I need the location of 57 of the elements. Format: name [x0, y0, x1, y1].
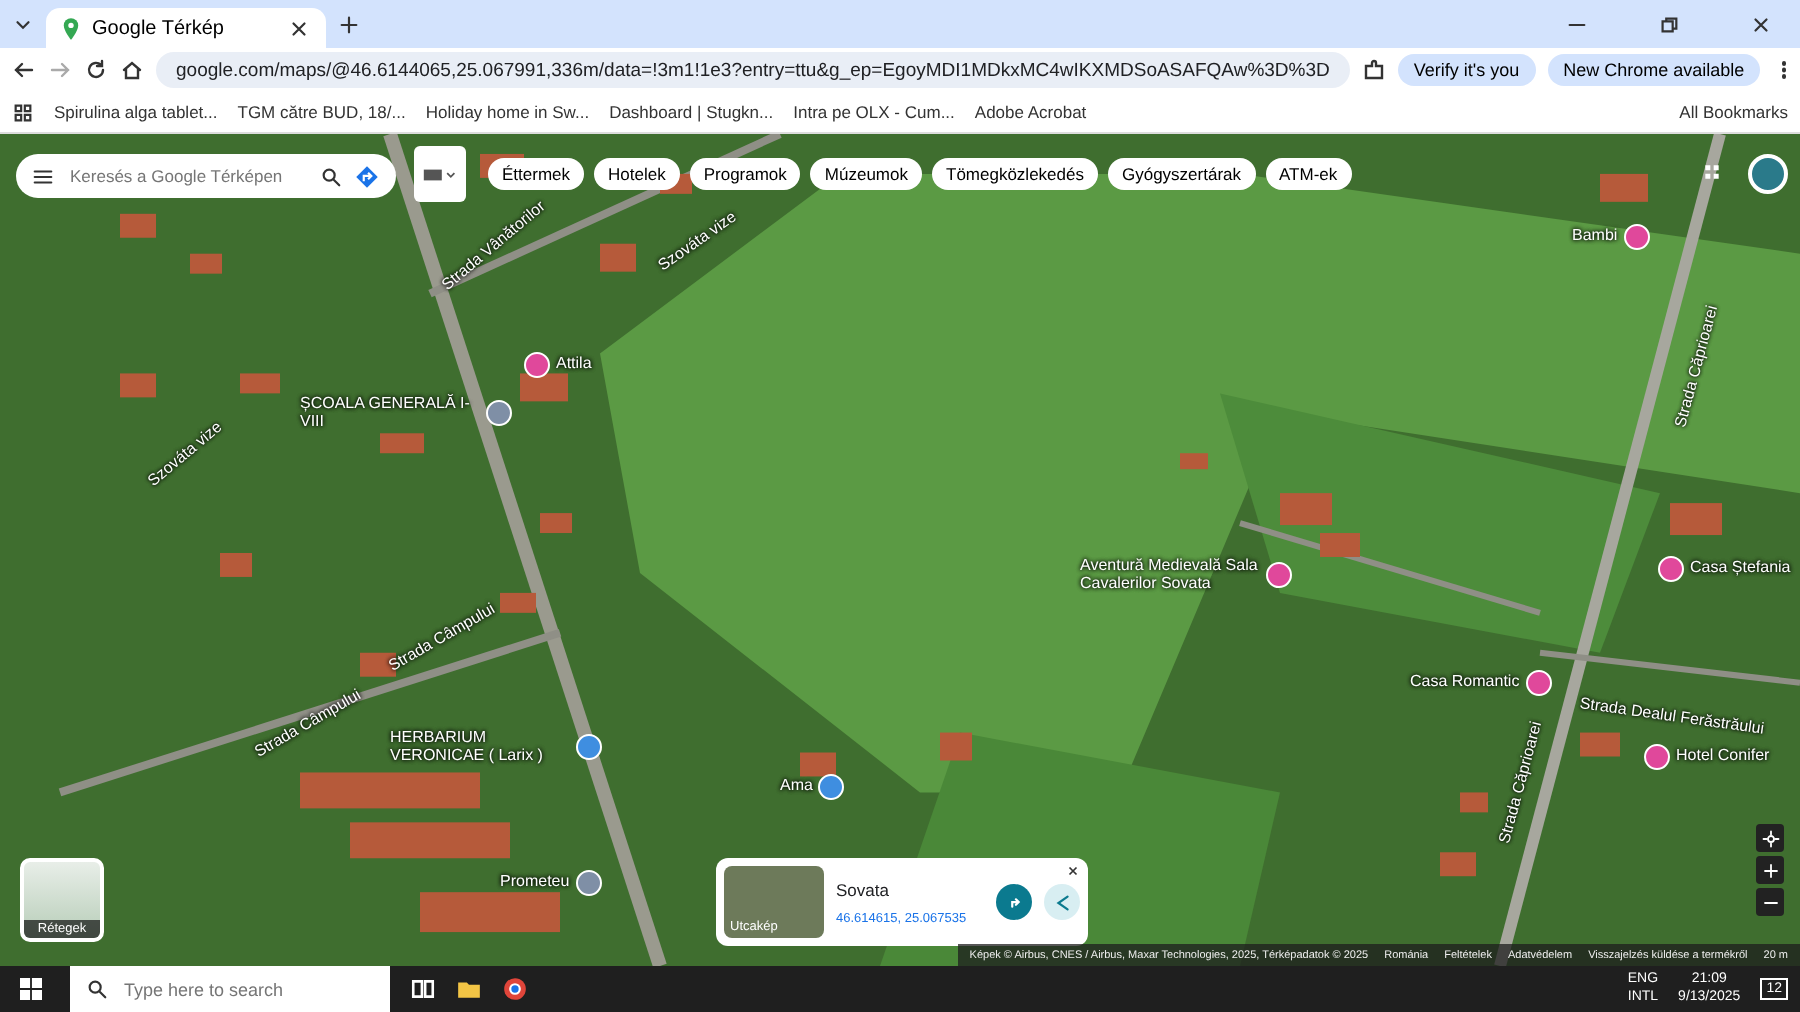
menu-icon[interactable]	[32, 165, 54, 187]
zoom-in-button[interactable]	[1756, 856, 1784, 884]
bookmark[interactable]: TGM către BUD, 18/...	[237, 102, 406, 122]
close-icon[interactable]	[1066, 864, 1080, 878]
home-icon[interactable]	[120, 58, 144, 82]
verify-button[interactable]: Verify it's you	[1397, 54, 1536, 86]
place-label[interactable]: ȘCOALA GENERALĂ I-VIII	[300, 396, 480, 432]
apps-grid-icon[interactable]	[1702, 162, 1722, 182]
back-icon[interactable]	[12, 58, 36, 82]
reload-icon[interactable]	[84, 58, 108, 82]
restore-icon[interactable]	[1657, 13, 1679, 35]
street-label: Strada Dealul Ferăstrăului	[1578, 694, 1766, 738]
location-button[interactable]	[1756, 824, 1784, 852]
bookmark[interactable]: Dashboard | Stugkn...	[609, 102, 774, 122]
new-tab-icon[interactable]	[338, 13, 360, 35]
task-view-icon[interactable]	[410, 976, 436, 1002]
update-button[interactable]: New Chrome available	[1547, 54, 1761, 86]
bookmark[interactable]: Holiday home in Sw...	[425, 102, 590, 122]
taskbar-search-bar[interactable]: Type here to search	[70, 966, 390, 1012]
windows-start-icon[interactable]	[20, 978, 42, 1000]
bookmark[interactable]: Spirulina alga tablet...	[54, 102, 218, 122]
address-bar[interactable]: google.com/maps/@46.6144065,25.067991,336m/data=!3m1!1e3?entry=ttu&g_ep=EgoyMDI1MDkxMC4wIKXMDSoASAFQAw%3D%3D	[156, 52, 1350, 88]
close-icon[interactable]	[1749, 13, 1771, 35]
bookmark[interactable]: Adobe Acrobat	[974, 102, 1087, 122]
map-pin-icon	[62, 17, 80, 39]
category-chip[interactable]: Programok	[689, 158, 801, 190]
place-label[interactable]: Prometeu	[500, 874, 570, 892]
place-label[interactable]: Hotel Conifer	[1676, 748, 1770, 766]
share-icon	[1051, 891, 1073, 913]
category-chip[interactable]: Tömegközlekedés	[932, 158, 1098, 190]
plus-icon	[1761, 861, 1779, 879]
category-chip[interactable]: Hotelek	[594, 158, 680, 190]
bookmark[interactable]: Intra pe OLX - Cum...	[793, 102, 955, 122]
place-label[interactable]: Casa Romantic	[1410, 674, 1520, 692]
search-icon[interactable]	[320, 165, 342, 187]
search-bar[interactable]: Keresés a Google Térképen	[16, 154, 396, 198]
category-chip[interactable]: ATM-ek	[1265, 158, 1352, 190]
category-chip[interactable]: Éttermek	[488, 158, 585, 190]
close-icon[interactable]	[288, 17, 310, 39]
apps-icon[interactable]	[12, 101, 34, 123]
category-chip[interactable]: Gyógyszertárak	[1107, 158, 1256, 190]
place-label[interactable]: HERBARIUM VERONICAE ( Larix )	[390, 730, 570, 766]
zoom-out-button[interactable]	[1756, 888, 1784, 916]
place-label[interactable]: Attila	[556, 356, 592, 374]
crosshair-icon	[1761, 829, 1779, 847]
travel-mode-button[interactable]	[414, 146, 466, 202]
browser-tab[interactable]: Google Térkép	[46, 8, 326, 48]
place-label[interactable]: Ama	[780, 778, 813, 796]
browser-icon[interactable]	[502, 976, 528, 1002]
puzzle-icon[interactable]	[1361, 58, 1386, 82]
place-name: Sovata	[836, 879, 891, 899]
directions-button[interactable]	[996, 884, 1032, 920]
category-chip[interactable]: Múzeumok	[810, 158, 922, 190]
place-label[interactable]: Casa Ștefania	[1690, 560, 1791, 578]
search-icon[interactable]	[86, 978, 108, 1000]
all-bookmarks[interactable]: All Bookmarks	[1679, 102, 1788, 122]
share-button[interactable]	[1044, 884, 1080, 920]
